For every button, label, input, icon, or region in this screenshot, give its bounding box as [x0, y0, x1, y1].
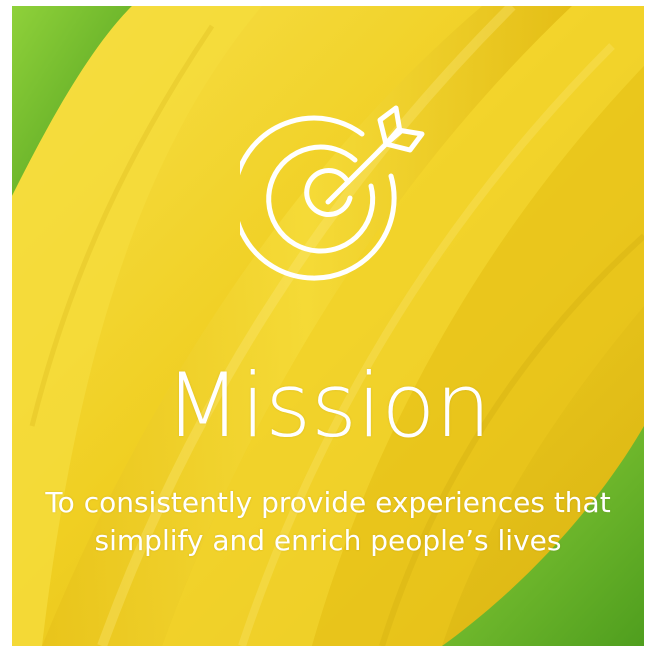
mission-statement-line-2: simplify and enrich people’s lives: [94, 524, 562, 557]
target-with-arrow-icon: [231, 98, 430, 288]
mission-card: Mission To consistently provide experien…: [12, 6, 644, 646]
mission-statement: To consistently provide experiences that…: [12, 484, 644, 560]
mission-statement-line-1: To consistently provide experiences that: [45, 486, 611, 519]
mission-title: Mission: [164, 354, 492, 457]
